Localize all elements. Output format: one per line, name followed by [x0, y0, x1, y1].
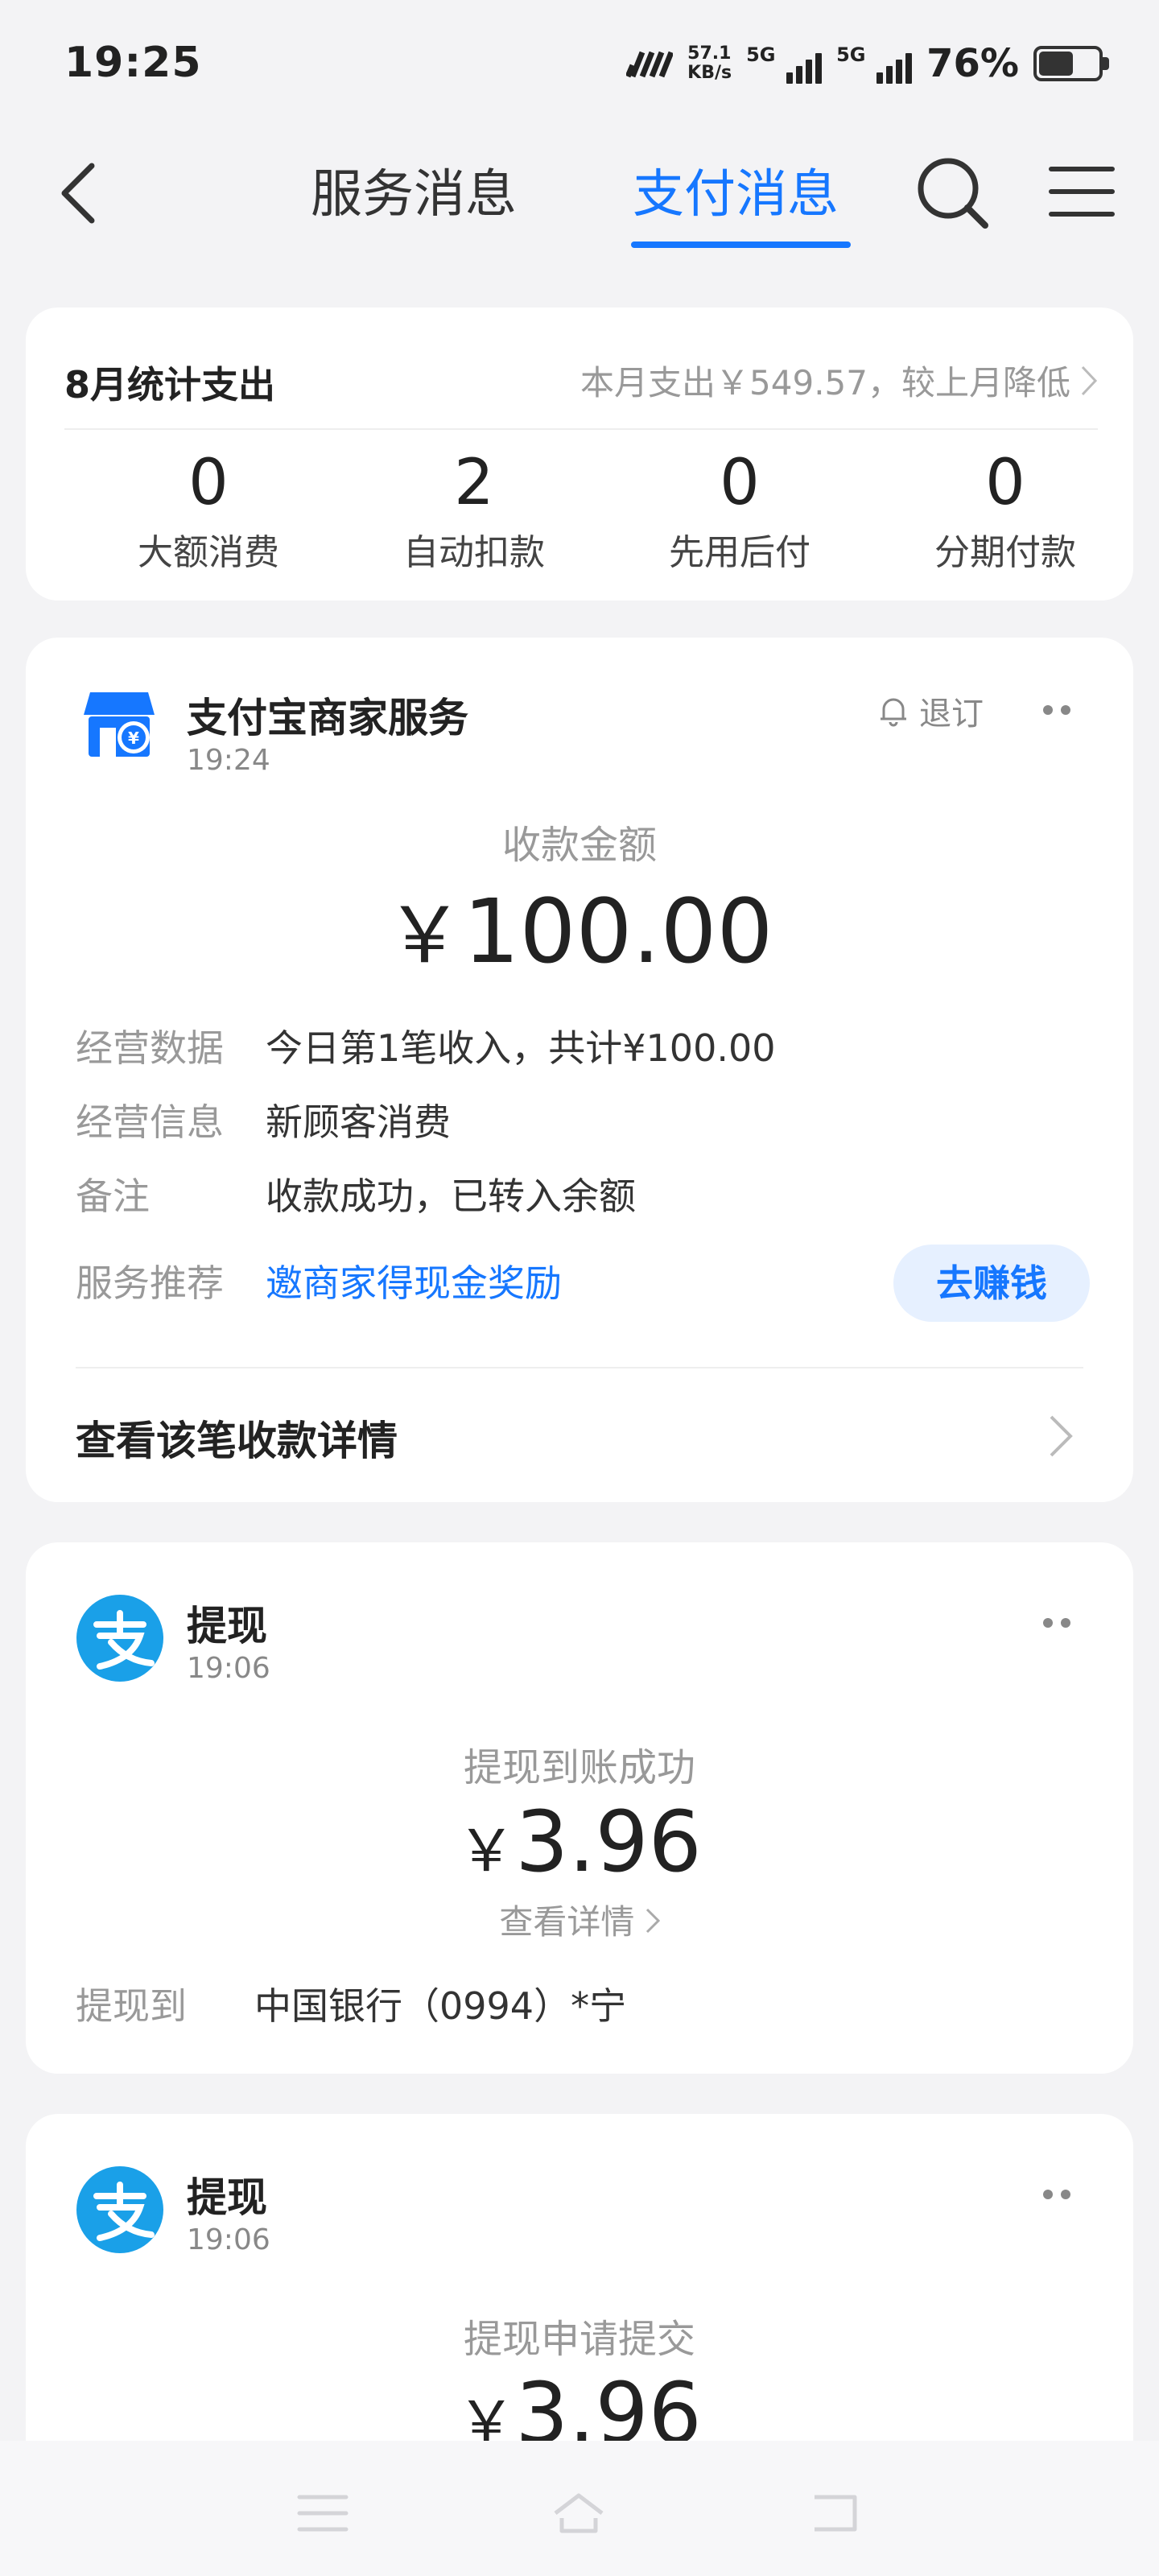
top-nav: 服务消息 支付消息 [0, 121, 1159, 258]
net-speed: 57.1 KB/s [687, 44, 732, 83]
message-time: 19:06 [187, 1652, 270, 1685]
view-receipt-details-link[interactable]: 查看该笔收款详情 [76, 1409, 398, 1467]
chevron-right-icon[interactable] [1045, 1412, 1077, 1460]
earn-money-button[interactable]: 去赚钱 [893, 1245, 1090, 1322]
unsubscribe-label: 退订 [919, 696, 984, 733]
stat-pay-later[interactable]: 0 先用后付 [607, 443, 872, 575]
status-icons: 57.1 KB/s 5G 5G 76% [626, 35, 1109, 92]
message-time: 19:06 [187, 2223, 270, 2256]
row-value: 中国银行（0994）*宁 [254, 1984, 627, 2028]
alipay-logo-icon [76, 2166, 163, 2253]
row-label: 经营数据 [76, 1026, 224, 1070]
stat-number: 0 [188, 447, 229, 519]
status-time: 19:25 [64, 39, 202, 87]
battery-icon [1033, 46, 1109, 81]
message-time: 19:24 [187, 744, 270, 777]
menu-icon[interactable] [1048, 163, 1116, 221]
svg-text:¥: ¥ [128, 729, 139, 748]
divider [64, 428, 1098, 430]
row-label: 经营信息 [76, 1100, 224, 1144]
tab-service-messages[interactable]: 服务消息 [311, 153, 517, 227]
back-nav-icon[interactable] [808, 2489, 864, 2537]
amount-value: 3.96 [515, 1793, 702, 1891]
row-label: 提现到 [76, 1984, 187, 2028]
more-options-icon[interactable] [1043, 702, 1075, 718]
signal-5g-2-icon: 5G [836, 43, 913, 84]
row-value: 收款成功，已转入余额 [266, 1174, 636, 1218]
stat-auto-deduction[interactable]: 2 自动扣款 [341, 443, 607, 575]
stat-number: 2 [454, 447, 494, 519]
stats-summary[interactable]: 本月支出￥549.57，较上月降低 [580, 356, 1098, 405]
detail-row-business-data: 经营数据 今日第1笔收入，共计¥100.00 [76, 1019, 776, 1072]
system-nav-bar [0, 2441, 1159, 2576]
battery-percent: 76% [926, 41, 1019, 86]
divider [76, 1367, 1083, 1368]
withdraw-status: 提现申请提交 [463, 2317, 695, 2362]
merchant-name: 支付宝商家服务 [187, 695, 468, 741]
view-details-label: 查看详情 [499, 1902, 635, 1942]
row-value: 新顾客消费 [266, 1100, 451, 1144]
home-icon[interactable] [551, 2489, 607, 2537]
detail-row-remark: 备注 收款成功，已转入余额 [76, 1167, 636, 1220]
tab-payment-messages[interactable]: 支付消息 [633, 153, 839, 227]
currency-symbol: ￥ [457, 1817, 516, 1885]
chevron-right-icon [645, 1908, 660, 1934]
detail-row-recommendation: 服务推荐 邀商家得现金奖励 [76, 1254, 562, 1307]
data-transfer-icon [626, 51, 674, 78]
stats-title: 8月统计支出 [64, 363, 276, 407]
more-options-icon[interactable] [1043, 1615, 1075, 1631]
withdraw-status: 提现到账成功 [463, 1745, 695, 1790]
merchant-payment-card[interactable]: ¥ 支付宝商家服务 19:24 退订 收款金额 ￥100.00 经营数据 今日第… [26, 638, 1133, 1502]
stat-installment[interactable]: 0 分期付款 [872, 443, 1138, 575]
net-speed-value: 57.1 [687, 43, 732, 64]
merchant-store-icon: ¥ [84, 692, 155, 757]
back-arrow-icon[interactable] [56, 161, 105, 225]
stat-large-spending[interactable]: 0 大额消费 [76, 443, 341, 575]
more-options-icon[interactable] [1043, 2186, 1075, 2202]
stat-label: 自动扣款 [403, 532, 545, 573]
withdraw-success-card[interactable]: 提现 19:06 提现到账成功 ￥3.96 查看详情 提现到 中国银行（0994… [26, 1542, 1133, 2074]
alipay-logo-icon [76, 1595, 163, 1682]
stat-number: 0 [985, 447, 1025, 519]
stat-number: 0 [720, 447, 760, 519]
row-value: 今日第1笔收入，共计¥100.00 [266, 1026, 776, 1070]
amount-label: 收款金额 [501, 823, 657, 868]
currency-symbol: ￥ [386, 890, 464, 980]
view-details-link[interactable]: 查看详情 [26, 1895, 1133, 1944]
card-title: 提现 [187, 2174, 267, 2221]
monthly-stats-card[interactable]: 8月统计支出 本月支出￥549.57，较上月降低 0 大额消费 2 自动扣款 0… [26, 308, 1133, 601]
stat-label: 先用后付 [669, 532, 810, 573]
recent-apps-icon[interactable] [295, 2489, 351, 2537]
bell-icon [881, 698, 906, 727]
search-icon[interactable] [914, 155, 992, 232]
active-tab-indicator [631, 242, 851, 248]
card-title: 提现 [187, 1603, 267, 1649]
unsubscribe-button[interactable]: 退订 [879, 687, 984, 734]
signal-tag: 5G [836, 43, 866, 66]
signal-tag: 5G [746, 43, 776, 66]
amount-value: 100.00 [463, 880, 773, 983]
net-speed-unit: KB/s [687, 63, 732, 83]
stat-label: 大额消费 [138, 532, 279, 573]
withdraw-amount: ￥3.96 [26, 1792, 1133, 1901]
stat-label: 分期付款 [934, 532, 1076, 573]
withdraw-destination-row: 提现到 中国银行（0994）*宁 [76, 1977, 626, 2030]
detail-row-business-info: 经营信息 新顾客消费 [76, 1093, 451, 1146]
row-label: 备注 [76, 1174, 150, 1218]
invite-merchant-link[interactable]: 邀商家得现金奖励 [266, 1254, 562, 1307]
chevron-right-icon [1081, 365, 1098, 395]
received-amount: ￥100.00 [26, 879, 1133, 988]
signal-5g-1-icon: 5G [746, 43, 823, 84]
row-label: 服务推荐 [76, 1261, 224, 1305]
stats-summary-text: 本月支出￥549.57，较上月降低 [580, 363, 1070, 402]
status-bar: 19:25 57.1 KB/s 5G 5G 76% [0, 0, 1159, 121]
